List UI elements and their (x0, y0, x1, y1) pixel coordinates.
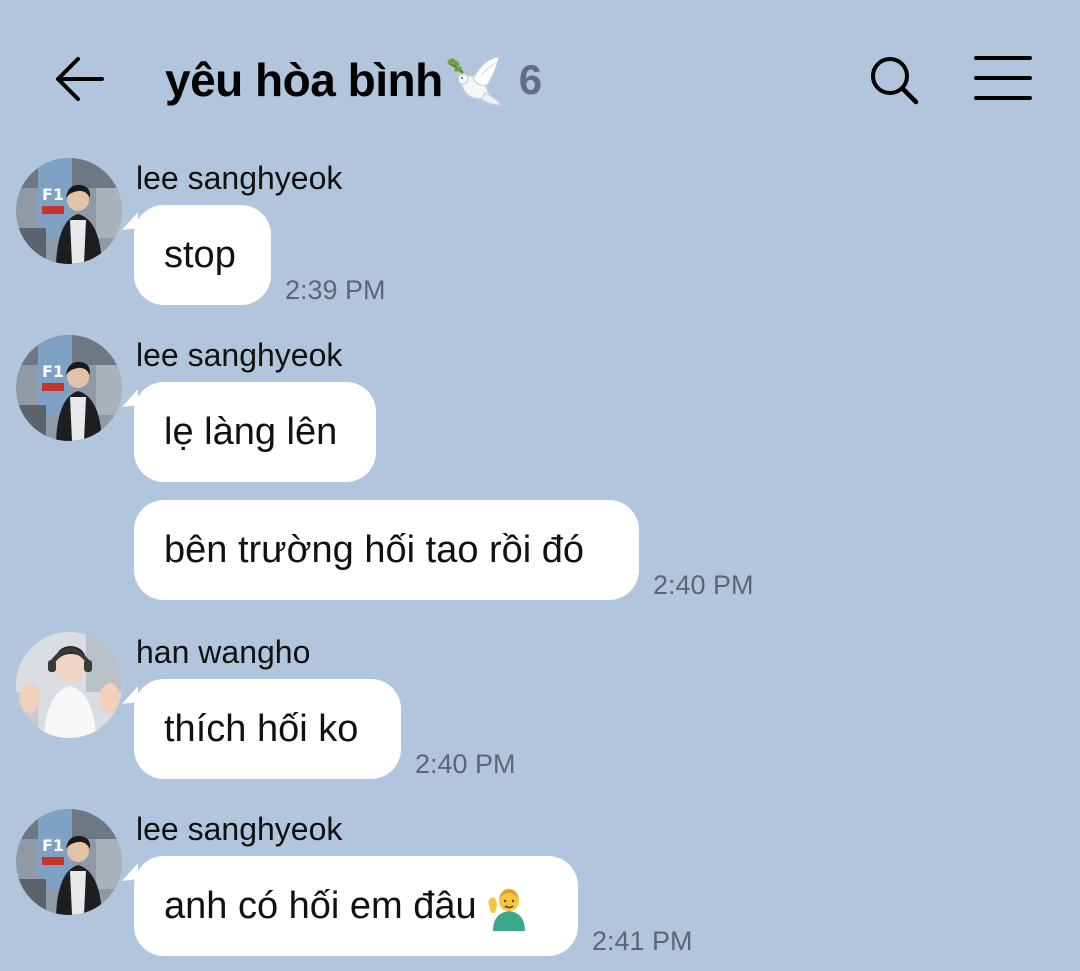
message-text: thích hối ko (164, 707, 359, 750)
message-bubble[interactable]: lẹ làng lên (134, 382, 376, 482)
back-button[interactable] (48, 48, 110, 110)
message-time: 2:39 PM (285, 275, 386, 305)
chat-title-text: yêu hòa bình (165, 54, 443, 106)
search-icon (871, 57, 919, 105)
message-time: 2:40 PM (415, 749, 516, 779)
message-bubble[interactable]: bên trường hối tao rồi đó (134, 500, 639, 600)
message-text: lẹ làng lên (164, 410, 338, 453)
message-bubble[interactable]: thích hối ko (134, 679, 401, 779)
search-button[interactable] (864, 50, 924, 110)
dove-icon (445, 53, 503, 107)
avatar[interactable] (16, 809, 122, 915)
message-bubble[interactable]: stop (134, 205, 271, 305)
sender-name: lee sanghyeok (136, 337, 343, 373)
message-bubble[interactable]: anh có hối em đâu (134, 856, 578, 956)
message-text: anh có hối em đâu (164, 884, 477, 927)
member-count: 6 (518, 56, 543, 103)
menu-button[interactable] (972, 52, 1036, 106)
avatar[interactable] (16, 335, 122, 441)
menu-icon (974, 56, 1032, 100)
person-tipping-hand-icon (485, 881, 531, 931)
message-text: bên trường hối tao rồi đó (164, 528, 585, 571)
chat-title[interactable]: yêu hòa bình 6 (165, 50, 542, 110)
message-text: stop (164, 233, 236, 276)
message-time: 2:40 PM (653, 570, 754, 600)
avatar[interactable] (16, 632, 122, 738)
message-time: 2:41 PM (592, 926, 693, 956)
avatar[interactable] (16, 158, 122, 264)
chat-header: yêu hòa bình 6 (0, 0, 1080, 150)
sender-name: lee sanghyeok (136, 160, 343, 196)
sender-name: lee sanghyeok (136, 811, 343, 847)
back-arrow-icon (56, 57, 104, 101)
sender-name: han wangho (136, 634, 311, 670)
